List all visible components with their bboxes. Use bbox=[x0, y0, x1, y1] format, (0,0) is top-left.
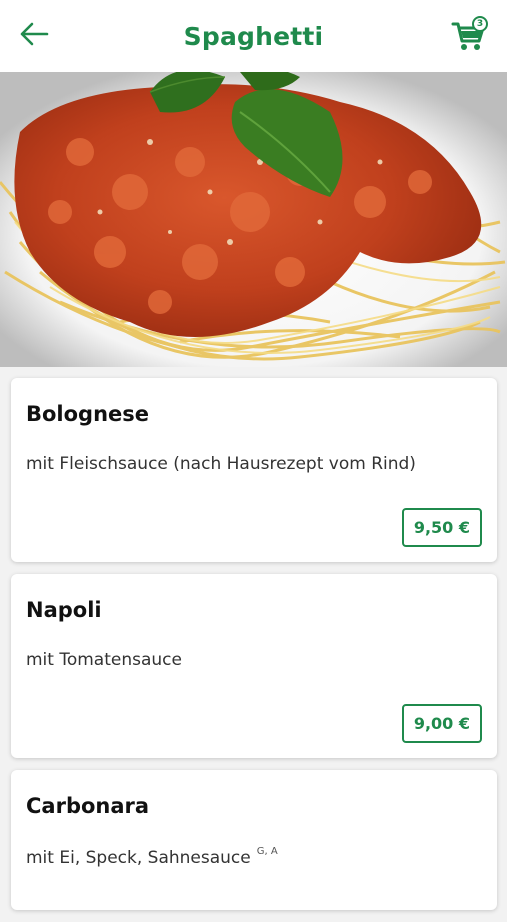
menu-item-description: mit Ei, Speck, Sahnesauce G, A bbox=[26, 846, 482, 868]
page-title: Spaghetti bbox=[183, 21, 324, 51]
cart-count-badge: 3 bbox=[472, 16, 488, 32]
menu-item-name: Carbonara bbox=[26, 794, 150, 818]
description-text: mit Tomatensauce bbox=[26, 650, 182, 670]
menu-item-card[interactable]: Bolognese mit Fleischsauce (nach Hausrez… bbox=[11, 378, 497, 562]
price-button[interactable]: 9,50 € bbox=[401, 508, 482, 547]
menu-item-card[interactable]: Carbonara mit Ei, Speck, Sahnesauce G, A bbox=[11, 770, 497, 910]
menu-item-name: Napoli bbox=[26, 598, 102, 622]
menu-item-description: mit Fleischsauce (nach Hausrezept vom Ri… bbox=[26, 454, 482, 474]
menu-item-name: Bolognese bbox=[26, 402, 150, 426]
description-text: mit Fleischsauce (nach Hausrezept vom Ri… bbox=[26, 454, 416, 474]
back-button[interactable] bbox=[14, 16, 54, 56]
arrow-left-icon bbox=[19, 22, 49, 50]
app-header: Spaghetti 3 bbox=[0, 0, 507, 72]
menu-item-card[interactable]: Napoli mit Tomatensauce 9,00 € bbox=[11, 574, 497, 758]
menu-item-description: mit Tomatensauce bbox=[26, 650, 482, 670]
description-text: mit Ei, Speck, Sahnesauce bbox=[26, 848, 251, 868]
cart-button[interactable]: 3 bbox=[451, 14, 491, 54]
spaghetti-hero-image bbox=[0, 72, 507, 367]
price-button[interactable]: 9,00 € bbox=[401, 704, 482, 743]
menu-item-list: Bolognese mit Fleischsauce (nach Hausrez… bbox=[11, 378, 497, 922]
allergen-codes: G, A bbox=[256, 846, 278, 857]
